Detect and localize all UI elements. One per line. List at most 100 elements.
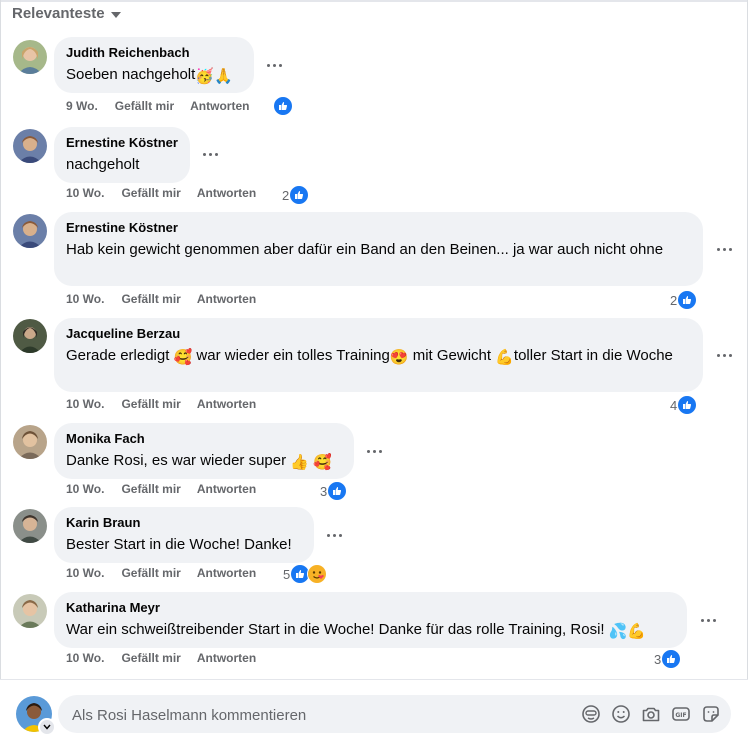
reaction-count: 4	[670, 397, 678, 413]
comment-bubble: Katharina Meyr War ein schweißtreibender…	[54, 592, 687, 648]
like-button[interactable]: Gefällt mir	[121, 566, 180, 580]
sticker-icon[interactable]	[701, 704, 721, 724]
reaction-summary[interactable]	[273, 96, 293, 116]
comment-text-part: war wieder ein tolles Training	[192, 347, 390, 364]
comment-text: Bester Start in die Woche! Danke!	[66, 536, 292, 553]
comment-time[interactable]: 10 Wo.	[66, 651, 104, 665]
like-icon	[289, 185, 310, 205]
comment-bubble: Judith Reichenbach Soeben nachgeholt🥳🙏	[54, 37, 254, 93]
reaction-summary[interactable]: 3	[654, 649, 682, 669]
reaction-count: 5	[283, 566, 291, 582]
comment-bubble: Karin Braun Bester Start in die Woche! D…	[54, 507, 314, 563]
comment-time[interactable]: 9 Wo.	[66, 99, 98, 113]
comment-text: Danke Rosi, es war wieder super	[66, 452, 291, 469]
comment-bubble: Monika Fach Danke Rosi, es war wieder su…	[54, 423, 354, 479]
comment-text-part: mit Gewicht	[408, 347, 496, 364]
reply-button[interactable]: Antworten	[197, 292, 256, 306]
left-border	[0, 0, 1, 749]
reaction-summary[interactable]: 3	[320, 481, 348, 501]
comment-emoji: 💪	[495, 349, 514, 366]
like-button[interactable]: Gefällt mir	[121, 292, 180, 306]
avatar[interactable]	[13, 425, 47, 459]
more-options-button[interactable]	[322, 525, 346, 545]
svg-text:GIF: GIF	[675, 712, 686, 719]
comment-bubble: Jacqueline Berzau Gerade erledigt 🥰 war …	[54, 318, 703, 392]
comment-emoji: 👍 🥰	[290, 454, 332, 471]
like-icon	[273, 96, 293, 116]
emoji-icon[interactable]	[611, 704, 631, 724]
sort-dropdown[interactable]: Relevanteste	[12, 5, 121, 22]
camera-icon[interactable]	[641, 704, 661, 724]
comment-text: Gerade erledigt 🥰 war wieder ein tolles …	[66, 345, 691, 368]
avatar[interactable]	[13, 594, 47, 628]
comment-time[interactable]: 10 Wo.	[66, 292, 104, 306]
comment-emoji: 💦💪	[608, 623, 647, 640]
reply-button[interactable]: Antworten	[197, 397, 256, 411]
comment-time[interactable]: 10 Wo.	[66, 397, 104, 411]
reaction-count: 3	[320, 483, 328, 499]
reply-button[interactable]: Antworten	[190, 99, 249, 113]
love-icon	[307, 564, 328, 584]
reaction-count: 2	[282, 187, 290, 203]
comment-text-part: Gerade erledigt	[66, 347, 170, 364]
like-button[interactable]: Gefällt mir	[115, 99, 174, 113]
comment-composer: GIF	[0, 679, 748, 750]
more-options-button[interactable]	[362, 441, 386, 461]
more-options-button[interactable]	[262, 55, 286, 75]
comment-text: War ein schweißtreibender Start in die W…	[66, 621, 609, 638]
comment-emoji: 😍	[389, 349, 409, 366]
sticker-avatar-icon[interactable]	[581, 704, 601, 724]
comment-time[interactable]: 10 Wo.	[66, 566, 104, 580]
like-icon	[661, 649, 682, 669]
comment-author[interactable]: Ernestine Köstner	[66, 220, 691, 236]
top-border	[0, 0, 748, 2]
comment-emoji: 🥳🙏	[195, 68, 233, 85]
more-options-button[interactable]	[198, 144, 222, 164]
reaction-summary[interactable]: 5	[283, 564, 328, 584]
sort-label: Relevanteste	[12, 5, 105, 22]
more-options-button[interactable]	[696, 610, 720, 630]
reaction-summary[interactable]: 2	[670, 290, 698, 310]
avatar[interactable]	[13, 319, 47, 353]
comment-time[interactable]: 10 Wo.	[66, 186, 104, 200]
comment-text: nachgeholt	[66, 156, 140, 173]
comment-text-part: toller Start in die Woche	[513, 347, 673, 364]
reply-button[interactable]: Antworten	[197, 186, 256, 200]
gif-icon[interactable]: GIF	[671, 704, 691, 724]
avatar[interactable]	[13, 509, 47, 543]
avatar[interactable]	[13, 214, 47, 248]
like-button[interactable]: Gefällt mir	[121, 397, 180, 411]
reply-button[interactable]: Antworten	[197, 482, 256, 496]
comment-input-box: GIF	[58, 695, 731, 735]
comment-author[interactable]: Ernestine Köstner	[66, 135, 178, 151]
comment-time[interactable]: 10 Wo.	[66, 482, 104, 496]
comment-author[interactable]: Katharina Meyr	[66, 600, 675, 616]
comment-author[interactable]: Monika Fach	[66, 431, 342, 447]
comment-author[interactable]: Judith Reichenbach	[66, 45, 242, 61]
comment-author[interactable]: Jacqueline Berzau	[66, 326, 691, 342]
like-button[interactable]: Gefällt mir	[121, 651, 180, 665]
reply-button[interactable]: Antworten	[197, 566, 256, 580]
more-options-button[interactable]	[712, 239, 736, 259]
avatar[interactable]	[13, 40, 47, 74]
comment-text: Soeben nachgeholt	[66, 66, 196, 83]
like-icon	[677, 290, 698, 310]
comment-text: Hab kein gewicht genommen aber dafür ein…	[66, 241, 664, 258]
comment-bubble: Ernestine Köstner Hab kein gewicht genom…	[54, 212, 703, 286]
reaction-summary[interactable]: 2	[282, 185, 310, 205]
like-button[interactable]: Gefällt mir	[121, 186, 180, 200]
like-button[interactable]: Gefällt mir	[121, 482, 180, 496]
chevron-down-icon[interactable]	[38, 718, 56, 736]
comment-author[interactable]: Karin Braun	[66, 515, 302, 531]
reply-button[interactable]: Antworten	[197, 651, 256, 665]
reaction-summary[interactable]: 4	[670, 395, 698, 415]
like-icon	[677, 395, 698, 415]
reaction-count: 2	[670, 292, 678, 308]
reaction-count: 3	[654, 651, 662, 667]
comment-bubble: Ernestine Köstner nachgeholt	[54, 127, 190, 183]
more-options-button[interactable]	[712, 345, 736, 365]
avatar[interactable]	[13, 129, 47, 163]
comment-emoji: 🥰	[173, 349, 193, 366]
like-icon	[327, 481, 348, 501]
comment-input[interactable]	[70, 695, 574, 735]
